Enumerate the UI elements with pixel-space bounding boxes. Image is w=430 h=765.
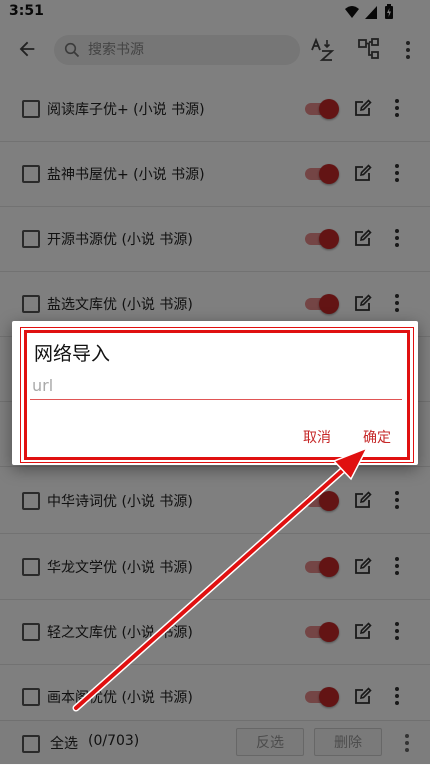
annotation-highlight (24, 330, 410, 460)
